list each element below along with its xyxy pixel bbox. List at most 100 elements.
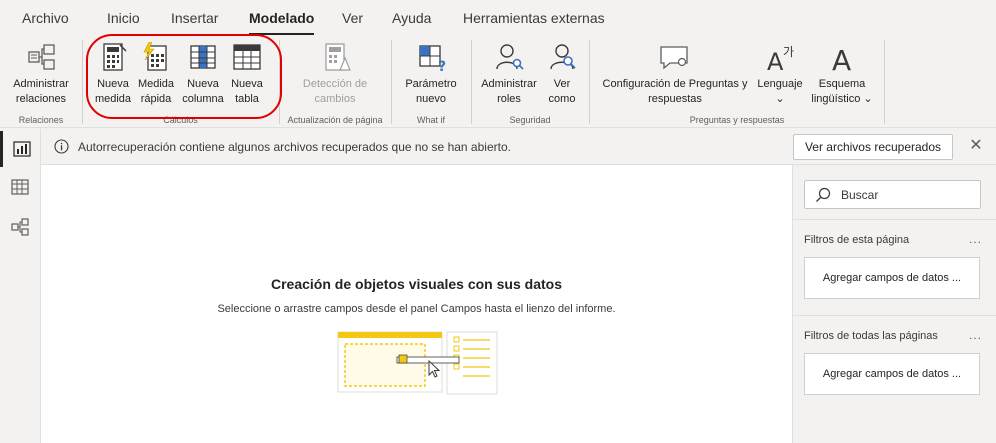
ribbon: Administrar relaciones Relaciones Nueva … — [0, 36, 996, 128]
svg-text:?: ? — [438, 59, 446, 72]
group-label-relaciones: Relaciones — [18, 115, 64, 125]
linguistic-schema-label-2: lingüístico ⌄ — [811, 93, 873, 105]
group-what-if: ? Parámetro nuevo What if — [392, 36, 470, 128]
new-measure-button[interactable]: Nueva medida — [93, 38, 133, 107]
manage-relationships-button[interactable]: Administrar relaciones — [6, 38, 76, 107]
tab-ver[interactable]: Ver — [342, 10, 363, 26]
view-as-icon — [550, 44, 576, 70]
view-as-button[interactable]: Ver como — [544, 38, 580, 107]
new-table-label-1: Nueva — [231, 78, 263, 90]
manage-roles-label-1: Administrar — [481, 78, 537, 90]
report-view-icon — [12, 141, 31, 157]
group-calculos: Nueva medida Medida rápida Nueva columna — [83, 36, 278, 128]
tab-modelado[interactable]: Modelado — [249, 10, 315, 35]
svg-text:가: 가 — [783, 45, 794, 59]
qa-setup-label-2: respuestas — [648, 93, 702, 105]
menu-bar: Archivo Inicio Insertar Modelado Ver Ayu… — [0, 0, 996, 36]
svg-text:A: A — [767, 48, 784, 72]
qa-setup-icon — [660, 46, 688, 70]
manage-roles-button[interactable]: Administrar roles — [476, 38, 542, 107]
change-detection-label-1: Detección de — [302, 78, 368, 90]
change-detection-button[interactable]: Detección de cambios — [295, 38, 375, 107]
data-view-icon — [11, 179, 29, 195]
pane-divider — [793, 315, 996, 316]
calculator-icon — [103, 43, 127, 71]
view-rail — [0, 129, 41, 443]
report-view-button[interactable] — [0, 131, 40, 167]
drag-fields-illustration — [337, 331, 498, 395]
group-label-actualizacion: Actualización de página — [287, 115, 383, 125]
quick-measure-label-2: rápida — [140, 93, 172, 105]
new-measure-label-2: medida — [94, 93, 132, 105]
linguistic-schema-button[interactable]: A Esquema lingüístico ⌄ — [807, 38, 877, 107]
all-pages-filters-more-button[interactable]: ... — [969, 328, 982, 342]
model-view-button[interactable] — [0, 209, 40, 245]
page-filters-title: Filtros de esta página — [804, 234, 910, 246]
new-table-button[interactable]: Nueva tabla — [227, 38, 267, 107]
language-icon: A 가 — [767, 45, 794, 72]
notification-text: Autorrecuperación contiene algunos archi… — [78, 140, 511, 154]
manage-relationships-label-2: relaciones — [15, 93, 67, 105]
manage-relationships-icon — [28, 44, 55, 70]
info-icon — [54, 139, 69, 154]
new-column-label-1: Nueva — [187, 78, 219, 90]
all-pages-filters-title: Filtros de todas las páginas — [804, 330, 938, 342]
group-label-what-if: What if — [416, 115, 445, 125]
autorecovery-notification: Autorrecuperación contiene algunos archi… — [41, 129, 996, 165]
view-as-label-2: como — [548, 93, 576, 105]
search-placeholder: Buscar — [841, 188, 879, 202]
pane-divider — [793, 219, 996, 220]
group-label-seguridad: Seguridad — [509, 115, 551, 125]
quick-measure-label-1: Medida — [137, 78, 175, 90]
new-parameter-button[interactable]: ? Parámetro nuevo — [400, 38, 462, 107]
quick-measure-icon — [143, 42, 167, 71]
change-detection-icon — [325, 43, 351, 71]
ribbon-separator — [884, 40, 885, 124]
close-icon[interactable]: ✕ — [966, 136, 986, 156]
tab-herramientas-externas[interactable]: Herramientas externas — [463, 10, 605, 26]
report-canvas[interactable]: Creación de objetos visuales con sus dat… — [41, 165, 792, 443]
filters-pane: Buscar Filtros de esta página ... Agrega… — [792, 165, 996, 443]
new-measure-label-1: Nueva — [97, 78, 129, 90]
group-seguridad: Administrar roles Ver como Seguridad — [472, 36, 588, 128]
linguistic-schema-label-1: Esquema — [818, 78, 866, 90]
group-label-calculos: Cálculos — [163, 115, 198, 125]
svg-text:A: A — [832, 44, 851, 72]
tab-inicio[interactable]: Inicio — [107, 10, 140, 26]
page-filters-drop-well[interactable]: Agregar campos de datos ... — [804, 257, 980, 299]
filter-search-box[interactable]: Buscar — [804, 180, 981, 209]
qa-setup-label-1: Configuración de Preguntas y — [602, 78, 748, 90]
new-parameter-label-1: Parámetro — [405, 78, 457, 90]
group-label-preguntas: Preguntas y respuestas — [689, 115, 785, 125]
model-view-icon — [11, 218, 29, 236]
view-as-label-1: Ver — [553, 78, 571, 90]
linguistic-schema-icon: A — [832, 44, 851, 72]
language-button[interactable]: A 가 Lenguaje ⌄ — [755, 38, 805, 107]
canvas-subtitle: Seleccione o arrastre campos desde el pa… — [217, 303, 616, 315]
new-parameter-label-2: nuevo — [416, 93, 446, 105]
table-icon — [233, 44, 261, 70]
data-view-button[interactable] — [0, 169, 40, 205]
manage-roles-icon — [496, 44, 524, 70]
group-actualizacion-pagina: Detección de cambios Actualización de pá… — [280, 36, 390, 128]
quick-measure-button[interactable]: Medida rápida — [135, 38, 177, 107]
tab-archivo[interactable]: Archivo — [22, 10, 69, 26]
canvas-title: Creación de objetos visuales con sus dat… — [271, 276, 562, 292]
qa-setup-button[interactable]: Configuración de Preguntas y respuestas — [596, 38, 754, 107]
all-pages-filters-drop-well[interactable]: Agregar campos de datos ... — [804, 353, 980, 395]
language-label: Lenguaje — [757, 78, 803, 90]
group-relaciones: Administrar relaciones Relaciones — [0, 36, 82, 128]
manage-roles-label-2: roles — [497, 93, 521, 105]
change-detection-label-2: cambios — [314, 93, 356, 105]
tab-ayuda[interactable]: Ayuda — [392, 10, 431, 26]
language-dropdown-chevron: ⌄ — [775, 93, 785, 105]
view-recovered-files-button[interactable]: Ver archivos recuperados — [793, 134, 953, 160]
manage-relationships-label-1: Administrar — [13, 78, 69, 90]
new-column-label-2: columna — [182, 93, 224, 105]
page-filters-more-button[interactable]: ... — [969, 232, 982, 246]
new-table-label-2: tabla — [235, 93, 259, 105]
tab-insertar[interactable]: Insertar — [171, 10, 218, 26]
table-column-icon — [190, 45, 216, 69]
parameter-icon: ? — [419, 45, 446, 72]
new-column-button[interactable]: Nueva columna — [178, 38, 228, 107]
